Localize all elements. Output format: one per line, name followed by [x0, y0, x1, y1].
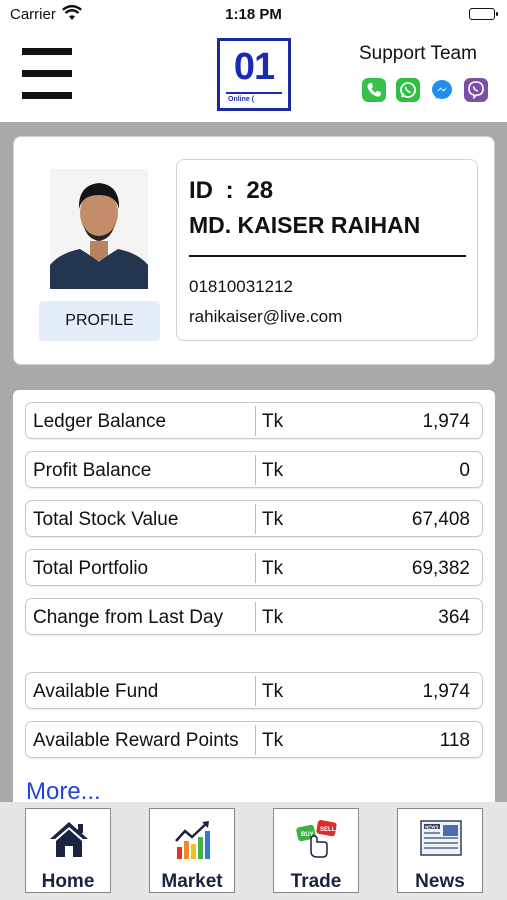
user-email: rahikaiser@live.com [189, 307, 343, 326]
home-icon [47, 817, 91, 861]
profile-card: PROFILE ID : 28 MD. KAISER RAIHAN 018100… [13, 136, 495, 365]
balance-row: Total Stock Value Tk 67,408 [25, 500, 483, 537]
balance-value: 0 [459, 460, 470, 481]
user-id-label: ID [189, 177, 213, 204]
app-logo: 01 Online ( [217, 38, 291, 111]
nav-trade-button[interactable]: BUY SELL Trade [273, 808, 359, 893]
svg-text:SELL: SELL [320, 827, 336, 833]
currency-label: Tk [262, 411, 284, 432]
balance-label: Available Fund [33, 681, 159, 702]
battery-icon [469, 8, 498, 20]
status-time: 1:18 PM [225, 6, 282, 23]
currency-label: Tk [262, 558, 284, 579]
balance-label: Profit Balance [33, 460, 152, 481]
status-bar: Carrier 1:18 PM [0, 0, 507, 28]
balance-panel: Ledger Balance Tk 1,974 Profit Balance T… [13, 390, 495, 810]
balance-label: Change from Last Day [33, 607, 224, 628]
logo-subtitle: Online ( [228, 96, 255, 103]
user-id-separator: : [225, 177, 234, 204]
balance-row: Available Reward Points Tk 118 [25, 721, 483, 758]
whatsapp-icon[interactable] [396, 78, 420, 102]
balance-value: 364 [438, 607, 470, 628]
balance-label: Available Reward Points [33, 730, 239, 751]
balance-value: 1,974 [422, 681, 470, 702]
currency-label: Tk [262, 509, 284, 530]
balance-row: Ledger Balance Tk 1,974 [25, 402, 483, 439]
market-chart-icon [171, 817, 215, 861]
balance-row: Change from Last Day Tk 364 [25, 598, 483, 635]
nav-market-button[interactable]: Market [149, 808, 235, 893]
nav-home-button[interactable]: Home [25, 808, 111, 893]
balance-label: Total Stock Value [33, 509, 179, 530]
currency-label: Tk [262, 730, 284, 751]
menu-icon[interactable] [22, 48, 72, 100]
user-id-value: 28 [246, 177, 274, 204]
currency-label: Tk [262, 681, 284, 702]
app-header: 01 Online ( Support Team [0, 28, 507, 122]
balance-label: Total Portfolio [33, 558, 149, 579]
currency-label: Tk [262, 607, 284, 628]
balance-value: 118 [439, 730, 470, 751]
currency-label: Tk [262, 460, 284, 481]
balance-value: 1,974 [422, 411, 470, 432]
nav-news-button[interactable]: NEWS News [397, 808, 483, 893]
profile-button[interactable]: PROFILE [39, 301, 160, 341]
svg-text:NEWS: NEWS [425, 825, 439, 830]
user-info-box: ID : 28 MD. KAISER RAIHAN 01810031212 ra… [176, 159, 478, 341]
divider [189, 255, 466, 257]
nav-trade-label: Trade [290, 871, 342, 892]
logo-number: 01 [233, 46, 275, 88]
buy-sell-icon: BUY SELL [295, 817, 339, 861]
messenger-icon[interactable] [430, 78, 454, 102]
user-id: ID : 28 [189, 177, 273, 205]
bottom-nav: Home Market BUY SELL Trade NEWS News [0, 802, 507, 900]
nav-home-label: Home [41, 871, 95, 892]
balance-value: 69,382 [411, 558, 470, 579]
balance-row: Total Portfolio Tk 69,382 [25, 549, 483, 586]
balance-value: 67,408 [411, 509, 470, 530]
balance-label: Ledger Balance [33, 411, 167, 432]
nav-news-label: News [415, 871, 465, 892]
newspaper-icon: NEWS [419, 817, 463, 861]
phone-icon[interactable] [362, 78, 386, 102]
nav-market-label: Market [161, 871, 223, 892]
user-name: MD. KAISER RAIHAN [189, 212, 421, 238]
profile-photo [50, 169, 148, 289]
user-phone: 01810031212 [189, 277, 294, 296]
support-team-title: Support Team [359, 43, 477, 64]
viber-icon[interactable] [464, 78, 488, 102]
balance-row: Profit Balance Tk 0 [25, 451, 483, 488]
balance-row: Available Fund Tk 1,974 [25, 672, 483, 709]
